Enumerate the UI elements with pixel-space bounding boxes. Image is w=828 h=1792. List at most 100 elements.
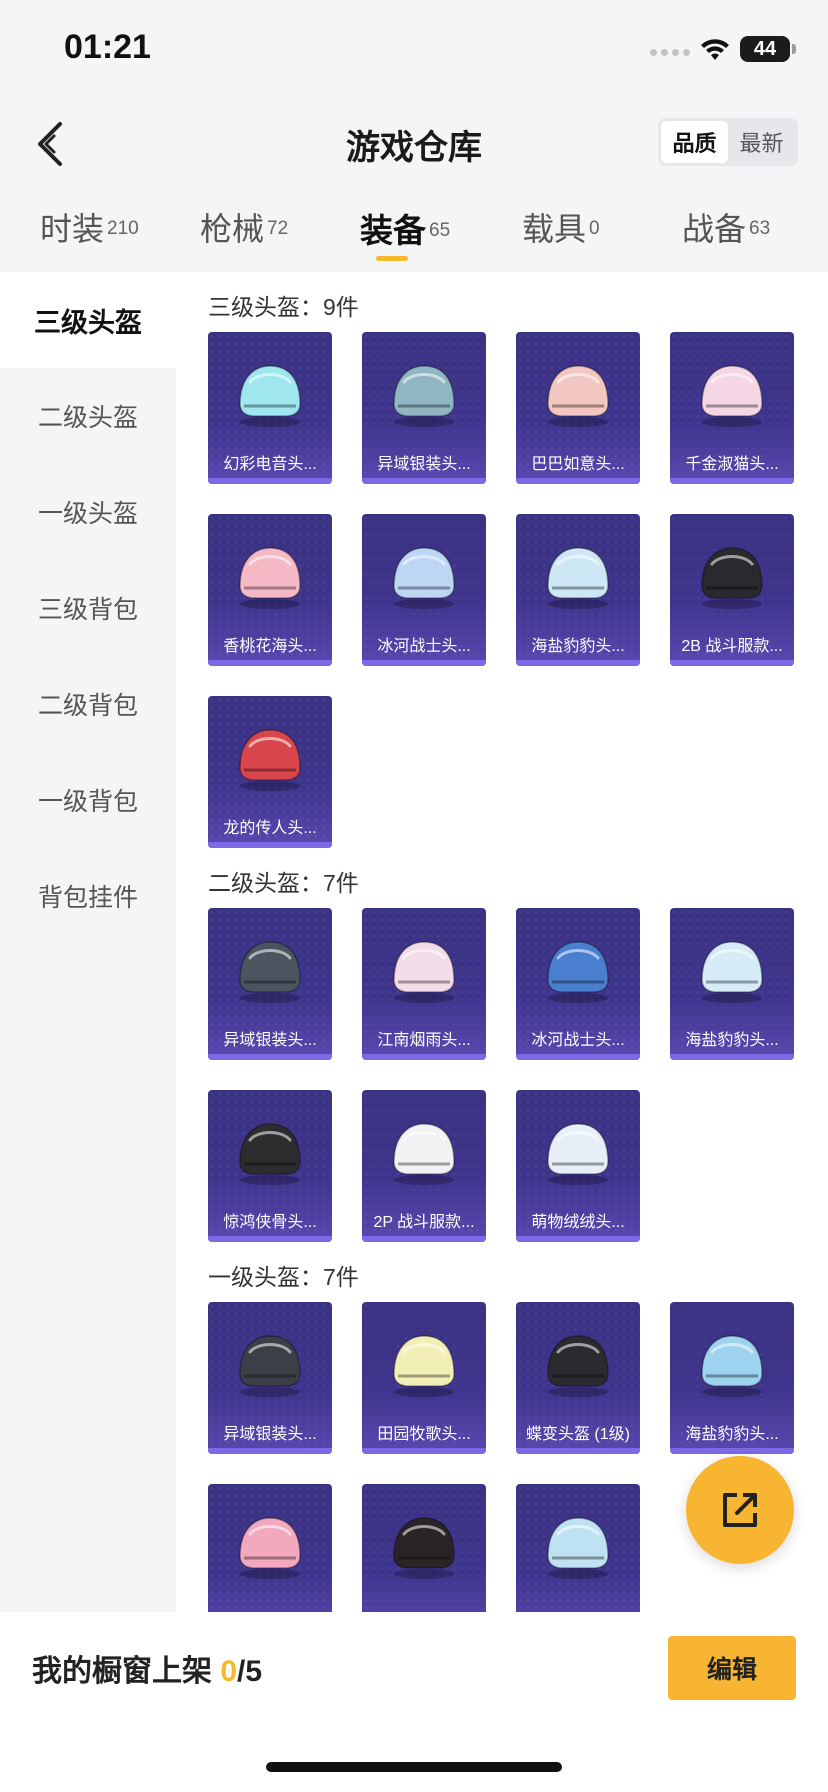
item-name: 蝶变头盔 (1级) [525,1426,630,1443]
card-rarity-strip [516,478,640,484]
helmet-icon [239,547,301,609]
tab-count: 63 [749,217,771,239]
card-rarity-strip [208,660,332,666]
clock: 01:21 [64,28,151,66]
status-bar: 01:21 44 [0,0,828,96]
tab-label: 装备 [360,212,426,249]
card-rarity-strip [208,1448,332,1454]
tab-count: 0 [589,217,600,239]
item-grid: 三级头盔：9件 二级头盔：7件 一级头盔：7件 幻彩电音头... 异域银装头...… [176,272,828,1612]
sidebar-item-level3-helmet[interactable]: 三级头盔 [0,272,176,368]
helmet-icon [393,365,455,427]
helmet-icon [393,1123,455,1185]
sidebar-item-level3-backpack[interactable]: 三级背包 [0,560,176,656]
helmet-icon [701,547,763,609]
sidebar-item-level2-helmet[interactable]: 二级头盔 [0,368,176,464]
card-rarity-strip [516,1448,640,1454]
item-name: 冰河战士头... [377,638,471,655]
item-card[interactable]: 2B 战斗服款... [670,514,794,666]
item-card[interactable]: 巴巴如意头... [516,332,640,484]
tab-count: 210 [107,217,139,239]
item-card[interactable]: 田园牧歌头... [362,1302,486,1454]
item-card[interactable]: 萌物绒绒头... [516,1090,640,1242]
item-card[interactable]: 冰河战士头... [516,908,640,1060]
helmet-icon [239,1123,301,1185]
share-button[interactable] [686,1456,794,1564]
tab-count: 72 [267,217,289,239]
helmet-icon [239,729,301,791]
sort-newest-button[interactable]: 最新 [728,121,795,163]
item-card[interactable]: 千金淑猫头... [670,332,794,484]
tab-label: 枪械 [200,211,265,247]
share-icon [723,1493,757,1527]
item-name: 冰河战士头... [531,1032,625,1049]
item-card[interactable]: 蝶变头盔 (1级) [516,1302,640,1454]
sidebar-item-level1-helmet[interactable]: 一级头盔 [0,464,176,560]
sidebar-item-level1-backpack[interactable]: 一级背包 [0,752,176,848]
card-rarity-strip [516,660,640,666]
helmet-icon [547,941,609,1003]
category-tabs: 时装 210 枪械 72 装备 65 载具 0 战备 63 [0,192,828,272]
helmet-icon [239,365,301,427]
card-rarity-strip [208,1054,332,1060]
edit-button[interactable]: 编辑 [668,1636,796,1700]
tab-vehicles[interactable]: 载具 0 [522,204,600,250]
item-card[interactable] [516,1484,640,1612]
item-card[interactable]: 海盐豹豹头... [670,908,794,1060]
sidebar-item-level2-backpack[interactable]: 二级背包 [0,656,176,752]
card-rarity-strip [208,478,332,484]
shelf-total: /5 [237,1655,263,1688]
card-rarity-strip [208,1236,332,1242]
item-card[interactable]: 幻彩电音头... [208,332,332,484]
card-rarity-strip [208,842,332,848]
helmet-icon [393,547,455,609]
helmet-icon [701,1335,763,1397]
item-card[interactable] [362,1484,486,1612]
wifi-icon [701,39,729,60]
item-card[interactable]: 异域银装头... [208,908,332,1060]
item-name: 2B 战斗服款... [681,638,783,655]
item-name: 惊鸿侠骨头... [223,1214,317,1231]
item-name: 萌物绒绒头... [531,1214,625,1231]
item-card[interactable]: 冰河战士头... [362,514,486,666]
tab-fashion[interactable]: 时装 210 [40,204,139,250]
item-card[interactable]: 江南烟雨头... [362,908,486,1060]
card-rarity-strip [362,1236,486,1242]
sidebar-item-backpack-charm[interactable]: 背包挂件 [0,848,176,944]
shelf-label: 我的橱窗上架 [32,1655,221,1688]
card-rarity-strip [670,478,794,484]
item-name: 异域银装头... [223,1426,317,1443]
item-card[interactable] [208,1484,332,1612]
item-card[interactable]: 海盐豹豹头... [670,1302,794,1454]
card-rarity-strip [362,660,486,666]
helmet-icon [701,941,763,1003]
tab-weapons[interactable]: 枪械 72 [200,204,288,250]
section-title-level3: 三级头盔：9件 [208,294,359,320]
active-tab-indicator [376,256,408,261]
item-card[interactable]: 惊鸿侠骨头... [208,1090,332,1242]
item-card[interactable]: 2P 战斗服款... [362,1090,486,1242]
card-rarity-strip [516,1054,640,1060]
item-card[interactable]: 异域银装头... [362,332,486,484]
item-card[interactable]: 异域银装头... [208,1302,332,1454]
helmet-icon [547,1335,609,1397]
helmet-icon [547,547,609,609]
helmet-icon [393,941,455,1003]
sidebar: 三级头盔 二级头盔 一级头盔 三级背包 二级背包 一级背包 背包挂件 [0,272,176,1612]
item-name: 海盐豹豹头... [685,1032,779,1049]
card-rarity-strip [362,1448,486,1454]
tab-supplies[interactable]: 战备 63 [682,204,770,250]
card-rarity-strip [670,1054,794,1060]
shelf-status: 我的橱窗上架 0/5 [32,1646,262,1690]
sort-quality-button[interactable]: 品质 [661,121,728,163]
tab-equipment[interactable]: 装备 65 [360,204,450,252]
helmet-icon [239,1335,301,1397]
item-card[interactable]: 龙的传人头... [208,696,332,848]
item-card[interactable]: 香桃花海头... [208,514,332,666]
helmet-icon [393,1517,455,1579]
item-name: 幻彩电音头... [223,456,317,473]
tab-label: 载具 [522,211,587,247]
battery-icon: 44 [740,36,790,62]
tab-label: 战备 [682,211,747,247]
item-card[interactable]: 海盐豹豹头... [516,514,640,666]
